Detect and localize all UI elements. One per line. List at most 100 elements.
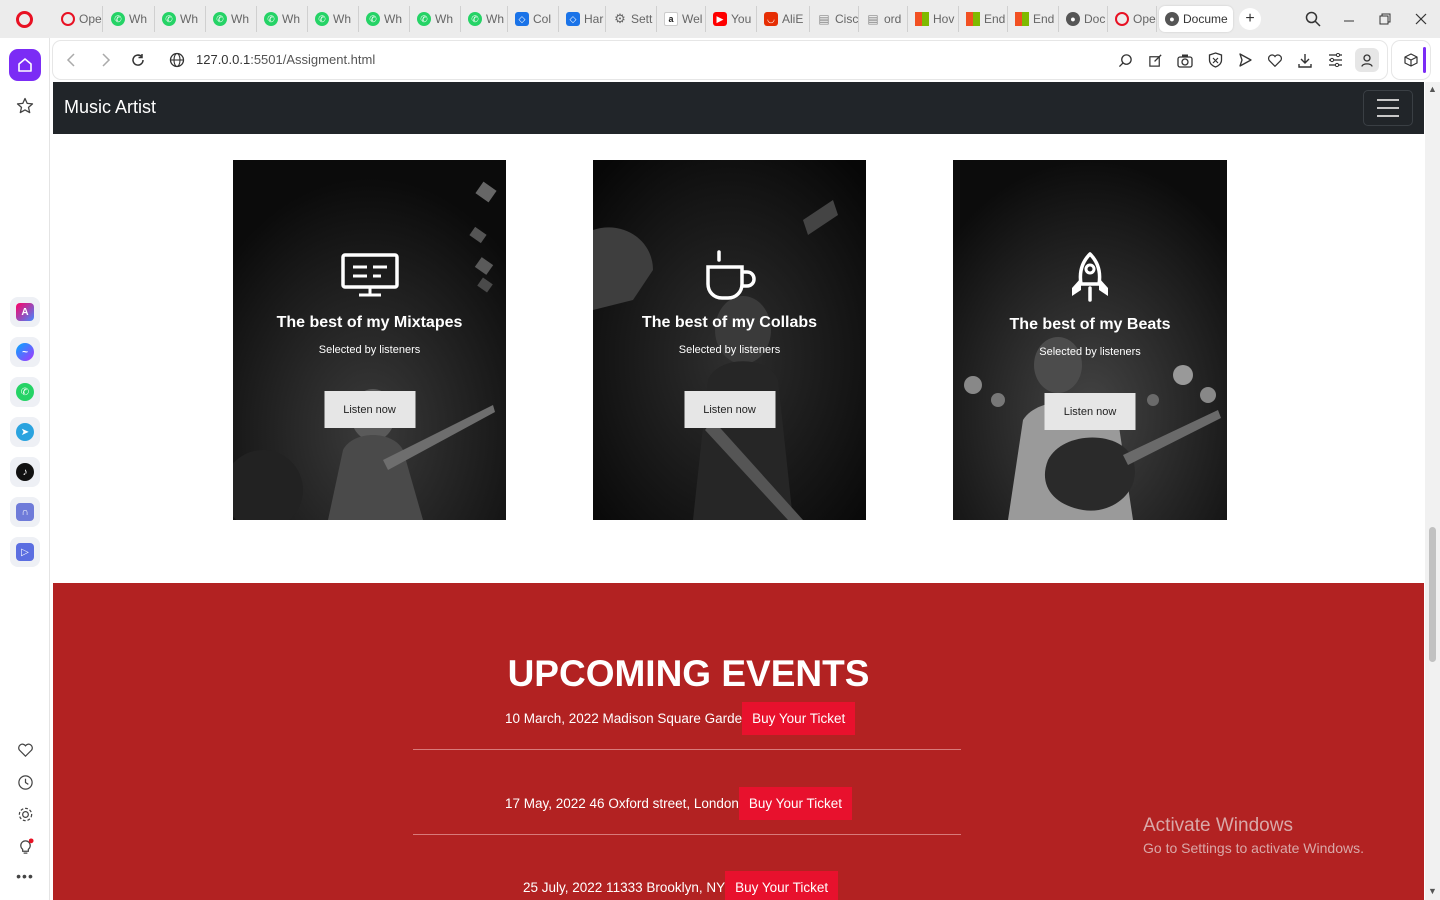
search-page-icon[interactable] xyxy=(1116,51,1134,69)
tab[interactable]: End xyxy=(960,6,1008,32)
messenger-app-button[interactable]: ~ xyxy=(10,337,40,367)
card-subtitle: Selected by listeners xyxy=(678,344,781,356)
tab-active[interactable]: ● Docume xyxy=(1159,6,1233,32)
tab[interactable]: ✆ Wh xyxy=(156,6,206,32)
aria-app-button[interactable]: A xyxy=(10,297,40,327)
tab[interactable]: Ope xyxy=(1109,6,1157,32)
card-background-photo xyxy=(953,160,1227,520)
tab[interactable]: ▤ Cisc xyxy=(811,6,859,32)
heart-icon[interactable] xyxy=(13,738,37,762)
tab[interactable]: ● Doc xyxy=(1060,6,1108,32)
tab[interactable]: ⚙ Sett xyxy=(607,6,657,32)
page-viewport: Music Artist The best of my Mixtapes Sel… xyxy=(53,82,1424,900)
tab-label: AliE xyxy=(782,12,804,26)
listen-now-button[interactable]: Listen now xyxy=(1044,393,1136,430)
minimize-button[interactable] xyxy=(1331,0,1367,38)
tab[interactable]: ▤ ord xyxy=(860,6,908,32)
document-icon: ▤ xyxy=(867,12,879,26)
coffee-cup-icon xyxy=(705,250,756,300)
lightbulb-icon[interactable] xyxy=(13,834,37,858)
camera-icon[interactable] xyxy=(1176,51,1194,69)
listen-now-button[interactable]: Listen now xyxy=(324,391,415,428)
profile-icon[interactable] xyxy=(1355,48,1379,72)
monitor-icon xyxy=(340,253,399,297)
buy-ticket-button[interactable]: Buy Your Ticket xyxy=(725,871,839,900)
telegram-app-button[interactable]: ➤ xyxy=(10,417,40,447)
tab[interactable]: Ope xyxy=(55,6,103,32)
scroll-down-arrow-icon[interactable]: ▼ xyxy=(1428,886,1437,896)
tab[interactable]: ◇ Col xyxy=(509,6,559,32)
tab-label: Sett xyxy=(631,12,653,26)
tab-label: Har xyxy=(584,12,604,26)
scroll-up-arrow-icon[interactable]: ▲ xyxy=(1428,84,1437,94)
tab[interactable]: ✆ Wh xyxy=(360,6,410,32)
tab-label: You xyxy=(731,12,752,26)
site-brand[interactable]: Music Artist xyxy=(64,97,156,118)
back-button[interactable] xyxy=(61,50,81,70)
extensions-button[interactable] xyxy=(1392,41,1430,79)
tab-label: Wh xyxy=(435,12,453,26)
card-mixtapes: The best of my Mixtapes Selected by list… xyxy=(233,160,506,520)
event-details: 10 March, 2022 Madison Square Garde xyxy=(505,711,743,726)
tab[interactable]: Hov xyxy=(909,6,959,32)
card-subtitle: Selected by listeners xyxy=(1039,346,1141,358)
tab[interactable]: ◡ AliE xyxy=(758,6,810,32)
more-options-icon[interactable]: ••• xyxy=(13,864,37,888)
card-background-photo xyxy=(593,160,866,520)
tab[interactable]: End xyxy=(1009,6,1059,32)
globe-icon: ● xyxy=(1066,12,1080,26)
home-button[interactable] xyxy=(9,49,41,81)
listen-now-button[interactable]: Listen now xyxy=(684,391,775,428)
watermark-title: Activate Windows xyxy=(1143,815,1293,836)
player-app-button[interactable]: ▷ xyxy=(10,537,40,567)
tab[interactable]: ✆ Wh xyxy=(411,6,461,32)
tiktok-app-button[interactable]: ♪ xyxy=(10,457,40,487)
tab-label: Wh xyxy=(129,12,147,26)
messenger-icon: ~ xyxy=(16,343,34,361)
telegram-icon: ➤ xyxy=(16,423,34,441)
card-title: The best of my Beats xyxy=(1009,316,1171,333)
opera-menu-icon[interactable] xyxy=(16,11,33,28)
play-icon: ▷ xyxy=(16,543,34,561)
tab-label: Wh xyxy=(384,12,402,26)
tab[interactable]: ✆ Wh xyxy=(207,6,257,32)
tab[interactable]: ✆ Wh xyxy=(105,6,155,32)
edit-icon[interactable] xyxy=(1146,51,1164,69)
address-bar: 127.0.0.1:5501/Assigment.html xyxy=(53,41,1387,79)
tab[interactable]: ✆ Wh xyxy=(462,6,508,32)
settings-icon[interactable] xyxy=(13,802,37,826)
whatsapp-app-button[interactable]: ✆ xyxy=(10,377,40,407)
buy-ticket-button[interactable]: Buy Your Ticket xyxy=(742,702,856,735)
url-field[interactable]: 127.0.0.1:5501/Assigment.html xyxy=(196,52,375,67)
card-background-photo xyxy=(233,160,506,520)
easy-setup-icon[interactable] xyxy=(1326,51,1344,69)
event-details: 17 May, 2022 46 Oxford street, London xyxy=(505,796,739,811)
history-icon[interactable] xyxy=(13,770,37,794)
browser-sidebar: A ~ ✆ ➤ ♪ ∩ ▷ ••• xyxy=(0,38,50,900)
tab[interactable]: ✆ Wh xyxy=(309,6,359,32)
ad-block-shield-icon[interactable] xyxy=(1206,51,1224,69)
search-tabs-icon[interactable] xyxy=(1295,0,1331,38)
reload-button[interactable] xyxy=(128,50,148,70)
star-icon[interactable] xyxy=(13,94,37,118)
whatsapp-icon: ✆ xyxy=(417,12,431,26)
tab[interactable]: ✆ Wh xyxy=(258,6,308,32)
url-host: 127.0.0.1 xyxy=(196,52,251,67)
tab[interactable]: ▶ You xyxy=(707,6,757,32)
tab-label: Hov xyxy=(933,12,955,26)
new-tab-button[interactable]: + xyxy=(1239,8,1261,30)
forward-button[interactable] xyxy=(96,50,116,70)
tab[interactable]: ◇ Har xyxy=(560,6,606,32)
download-icon[interactable] xyxy=(1296,51,1314,69)
send-icon[interactable] xyxy=(1236,51,1254,69)
tab[interactable]: a Wel xyxy=(658,6,706,32)
music-player-app-button[interactable]: ∩ xyxy=(10,497,40,527)
page-scrollbar[interactable]: ▲ ▼ xyxy=(1425,82,1440,900)
restore-button[interactable] xyxy=(1367,0,1403,38)
navbar-toggler-button[interactable] xyxy=(1363,90,1413,126)
close-window-button[interactable] xyxy=(1403,0,1439,38)
bookmark-heart-icon[interactable] xyxy=(1266,51,1284,69)
site-info-icon[interactable] xyxy=(167,50,187,70)
scrollbar-thumb[interactable] xyxy=(1429,527,1436,662)
buy-ticket-button[interactable]: Buy Your Ticket xyxy=(738,787,852,820)
